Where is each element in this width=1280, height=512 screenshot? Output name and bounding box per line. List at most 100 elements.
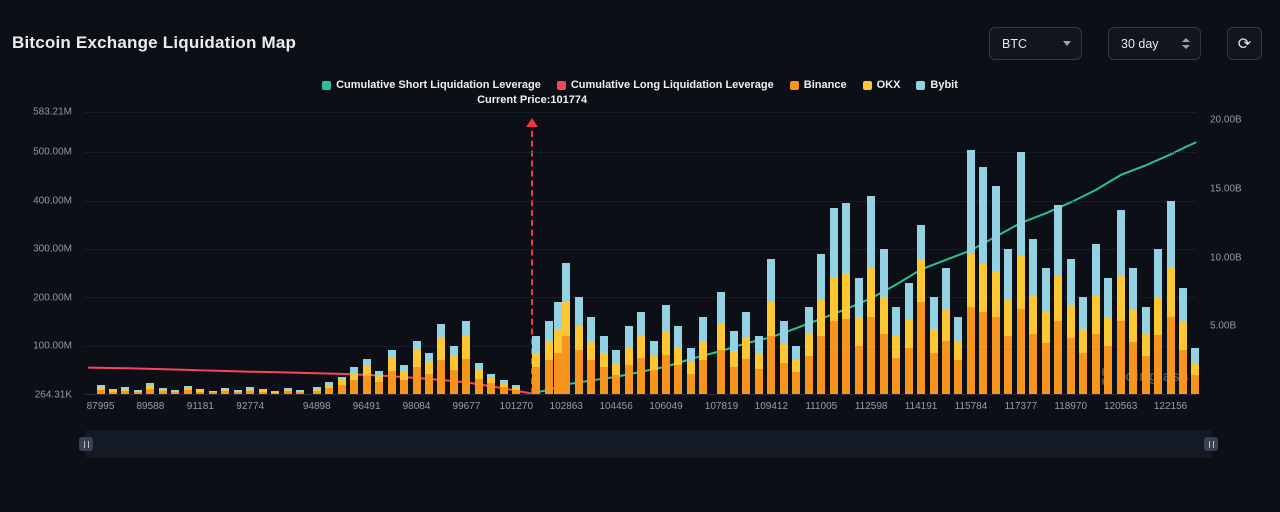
x-axis-label: 94898: [303, 401, 331, 412]
bar-segment-binance: [234, 392, 242, 394]
bar-segment-binance: [246, 391, 254, 394]
bar-segment-binance: [830, 321, 838, 394]
liquidation-bar: [146, 383, 154, 394]
x-axis-label: 89588: [136, 401, 164, 412]
liquidation-bar: [1042, 268, 1050, 394]
bar-segment-binance: [805, 356, 813, 394]
bar-segment-binance: [475, 379, 483, 394]
symbol-select[interactable]: BTC: [989, 27, 1082, 60]
bar-segment-binance: [1079, 353, 1087, 394]
bar-segment-binance: [1042, 343, 1050, 394]
liquidation-bar: [954, 317, 962, 394]
liquidation-bar: [487, 374, 495, 394]
bar-segment-binance: [742, 359, 750, 394]
bar-segment-okx: [905, 319, 913, 348]
x-axis-label: 120563: [1104, 401, 1137, 412]
bar-segment-okx: [855, 317, 863, 346]
legend-label: Cumulative Short Liquidation Leverage: [336, 79, 541, 91]
bar-segment-bybit: [930, 297, 938, 328]
liquidation-bar: [437, 324, 445, 394]
liquidation-bar: [600, 336, 608, 394]
bar-segment-bybit: [954, 317, 962, 341]
liquidation-bar: [462, 321, 470, 394]
bar-segment-bybit: [1067, 259, 1075, 305]
navigator-handle-left[interactable]: [79, 437, 93, 451]
bar-segment-okx: [687, 362, 695, 374]
legend-item-bybit[interactable]: Bybit: [916, 79, 958, 91]
bar-segment-okx: [1167, 268, 1175, 316]
bar-segment-binance: [196, 392, 204, 394]
x-axis-label: 114191: [905, 401, 938, 412]
bar-segment-bybit: [830, 208, 838, 278]
bar-segment-binance: [338, 385, 346, 394]
liquidation-bar: [674, 326, 682, 394]
liquidation-bar: [1067, 259, 1075, 394]
bar-segment-okx: [730, 351, 738, 368]
range-select[interactable]: 30 day: [1108, 27, 1201, 60]
liquidation-bar: [338, 377, 346, 394]
bar-segment-bybit: [1029, 239, 1037, 295]
bar-segment-binance: [662, 355, 670, 394]
y-axis-label-left: 264.31K: [35, 389, 72, 400]
bar-segment-okx: [1142, 334, 1150, 356]
liquidation-bar: [450, 346, 458, 394]
bar-segment-okx: [625, 348, 633, 365]
range-navigator[interactable]: [85, 430, 1212, 458]
bar-segment-bybit: [1104, 278, 1112, 317]
liquidation-bar: [792, 346, 800, 394]
bar-segment-binance: [892, 358, 900, 394]
bar-segment-binance: [532, 367, 540, 394]
liquidation-bar: [234, 390, 242, 394]
bar-segment-bybit: [992, 186, 1000, 271]
bar-segment-bybit: [1054, 205, 1062, 275]
bar-segment-binance: [967, 307, 975, 394]
navigator-handle-right[interactable]: [1204, 437, 1218, 451]
legend-item-cumulative-long[interactable]: Cumulative Long Liquidation Leverage: [557, 79, 774, 91]
liquidation-bar: [196, 389, 204, 394]
bar-segment-binance: [1142, 356, 1150, 394]
plot-area[interactable]: coinglass: [85, 112, 1197, 395]
y-axis-label-left: 100.00M: [33, 341, 72, 352]
legend-item-okx[interactable]: OKX: [863, 79, 901, 91]
bar-segment-okx: [425, 361, 433, 374]
liquidation-bar: [209, 391, 217, 394]
legend-item-binance[interactable]: Binance: [790, 79, 847, 91]
legend-item-cumulative-short[interactable]: Cumulative Short Liquidation Leverage: [322, 79, 541, 91]
liquidation-bar: [687, 348, 695, 394]
legend-marker: [916, 81, 925, 90]
bar-segment-binance: [817, 336, 825, 394]
bar-segment-okx: [437, 338, 445, 360]
liquidation-bar: [612, 350, 620, 394]
bar-segment-okx: [1004, 300, 1012, 336]
bar-segment-bybit: [767, 259, 775, 303]
legend-marker: [557, 81, 566, 90]
legend-marker: [863, 81, 872, 90]
liquidation-bar: [992, 186, 1000, 394]
bar-segment-okx: [375, 376, 383, 383]
bar-segment-bybit: [880, 249, 888, 297]
bar-segment-bybit: [1179, 288, 1187, 323]
liquidation-bar: [296, 390, 304, 394]
bar-segment-binance: [209, 392, 217, 394]
x-axis-label: 92774: [236, 401, 264, 412]
bar-segment-binance: [512, 390, 520, 394]
bar-segment-bybit: [979, 167, 987, 264]
liquidation-bar: [867, 196, 875, 394]
bar-segment-binance: [146, 389, 154, 394]
bar-segment-bybit: [674, 326, 682, 346]
legend-marker: [322, 81, 331, 90]
liquidation-bar: [532, 336, 540, 394]
x-axis-label: 118970: [1054, 401, 1087, 412]
bar-segment-bybit: [662, 305, 670, 333]
bar-segment-binance: [500, 387, 508, 394]
bar-segment-bybit: [805, 307, 813, 334]
liquidation-bar: [1179, 288, 1187, 394]
bar-segment-bybit: [575, 297, 583, 326]
x-axis-label: 99677: [453, 401, 481, 412]
range-select-value: 30 day: [1121, 37, 1159, 51]
bar-segment-okx: [475, 369, 483, 379]
liquidation-bar: [830, 208, 838, 394]
refresh-button[interactable]: ⟳: [1227, 27, 1262, 60]
bar-segment-bybit: [892, 307, 900, 336]
bar-segment-okx: [942, 309, 950, 340]
